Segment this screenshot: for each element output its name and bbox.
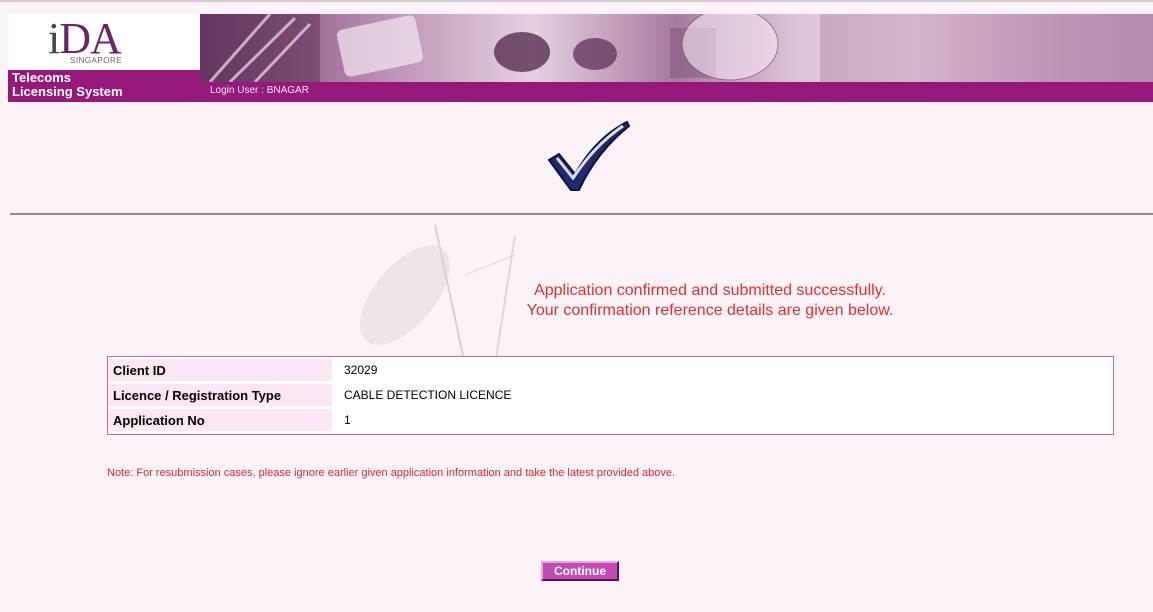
- continue-button[interactable]: Continue: [541, 561, 619, 581]
- client-id-value: 32029: [344, 363, 378, 377]
- ida-logo: iDA SINGAPORE: [8, 14, 200, 70]
- confirmation-message: Application confirmed and submitted succ…: [300, 281, 1120, 321]
- page-header: iDA SINGAPORE Telecoms Licensing System …: [0, 2, 1153, 102]
- application-no-value: 1: [344, 413, 351, 427]
- system-title-band: Telecoms Licensing System: [8, 70, 200, 102]
- checkmark-icon: [547, 120, 630, 191]
- licence-type-value: CABLE DETECTION LICENCE: [344, 388, 512, 402]
- reference-details-table: Client ID 32029 Licence / Registration T…: [107, 356, 1114, 435]
- header-banner-image: [200, 7, 1153, 84]
- confirmation-line-1: Application confirmed and submitted succ…: [534, 282, 886, 299]
- logo-subtitle: SINGAPORE: [70, 56, 123, 65]
- logo-letter-i: i: [48, 14, 60, 63]
- client-id-label: Client ID: [113, 363, 166, 378]
- user-band: Login User : BNAGAR: [200, 82, 1153, 102]
- confirmation-line-2: Your confirmation reference details are …: [526, 302, 894, 319]
- system-title: Telecoms Licensing System: [12, 70, 123, 99]
- login-user-label: Login User : BNAGAR: [210, 85, 309, 96]
- application-no-label: Application No: [113, 413, 205, 428]
- banner-graphic: [200, 7, 1153, 84]
- licence-type-label: Licence / Registration Type: [113, 388, 282, 403]
- table-row: Client ID 32029: [108, 359, 1113, 381]
- table-row: Application No 1: [108, 409, 1113, 431]
- resubmission-note: Note: For resubmission cases, please ign…: [107, 467, 676, 479]
- table-row: Licence / Registration Type CABLE DETECT…: [108, 384, 1113, 406]
